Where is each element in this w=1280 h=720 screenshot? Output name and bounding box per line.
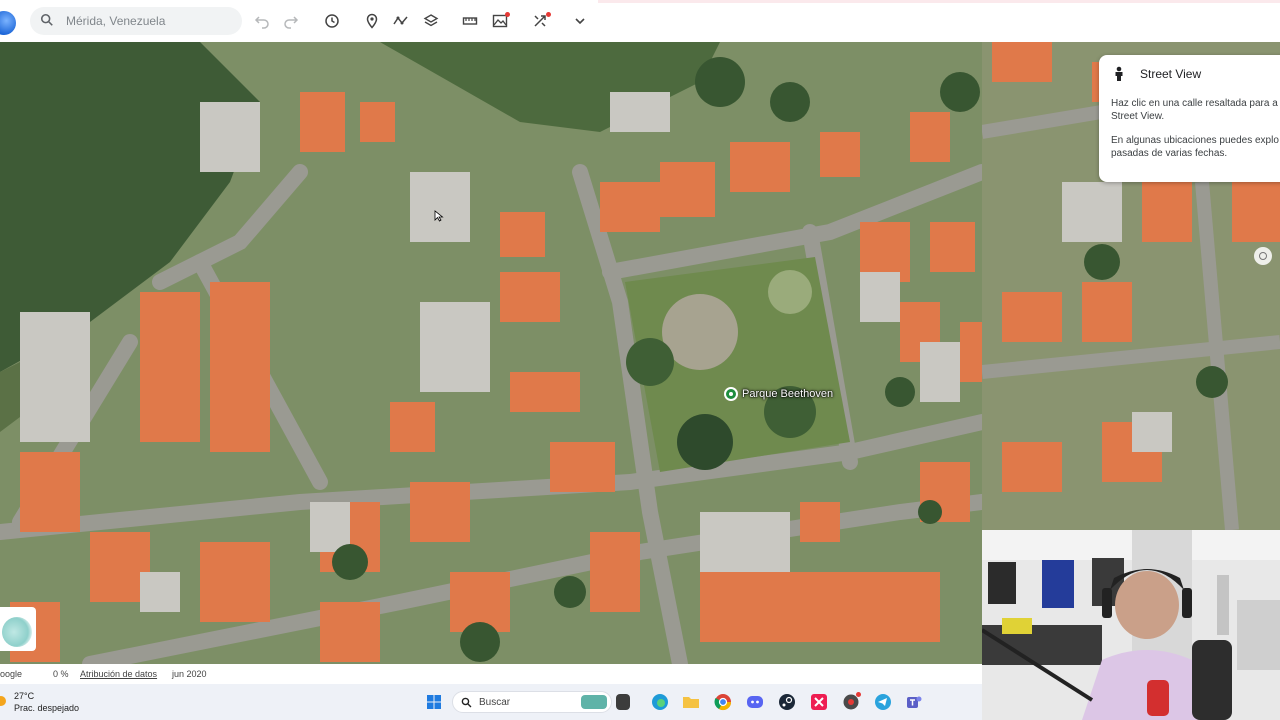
weather-temp: 27°C	[14, 691, 35, 701]
status-bar: oogle 0 % Atribución de datos jun 2020	[0, 664, 982, 684]
streamer-webcam-image	[982, 530, 1280, 720]
sun-icon	[0, 696, 6, 706]
mini-globe[interactable]	[0, 607, 36, 651]
satellite-map[interactable]: Parque Beethoven	[0, 42, 982, 664]
top-strip	[598, 0, 1280, 3]
ruler-icon[interactable]	[460, 11, 480, 31]
street-view-title: Street View	[1140, 67, 1202, 81]
taskbar-search-label: Buscar	[479, 697, 511, 708]
brand-text: oogle	[0, 669, 23, 679]
discord-icon[interactable]	[745, 692, 765, 712]
chevron-down-icon[interactable]	[570, 11, 590, 31]
sv-line-3: En algunas ubicaciones puedes explo	[1111, 135, 1279, 146]
imagery-date: jun 2020	[172, 669, 207, 679]
sv-line-4: pasadas de varias fechas.	[1111, 148, 1228, 159]
search-icon	[40, 13, 53, 26]
mouse-cursor-icon	[434, 210, 444, 222]
path-icon[interactable]	[391, 11, 411, 31]
toolbar	[0, 0, 1280, 42]
capcut-icon[interactable]	[809, 692, 829, 712]
steam-icon[interactable]	[777, 692, 797, 712]
place-label-parque[interactable]: Parque Beethoven	[724, 387, 833, 401]
taskbar-search[interactable]: Buscar	[452, 691, 612, 713]
notification-dot	[505, 12, 510, 17]
windows-taskbar: 27°C Prac. despejado Buscar	[0, 684, 982, 720]
notification-dot	[546, 12, 551, 17]
redo-icon[interactable]	[281, 11, 301, 31]
park-pin-icon[interactable]	[724, 387, 738, 401]
webcam-overlay	[982, 530, 1280, 720]
search-box[interactable]	[30, 7, 242, 35]
street-view-panel: Street View Haz clic en una calle resalt…	[1099, 55, 1280, 182]
teams-icon[interactable]	[904, 692, 924, 712]
layers-icon[interactable]	[421, 11, 441, 31]
notification-dot	[856, 692, 861, 697]
telegram-icon[interactable]	[873, 692, 893, 712]
street-view-pegman-icon	[1115, 66, 1123, 81]
street-view-description: Haz clic en una calle resaltada para a S…	[1111, 97, 1280, 171]
search-highlight-icon	[581, 695, 607, 709]
chrome-icon[interactable]	[713, 692, 733, 712]
task-view-icon[interactable]	[616, 694, 630, 710]
earth-logo-icon[interactable]	[0, 11, 16, 35]
edge-icon[interactable]	[650, 692, 670, 712]
search-icon	[461, 697, 472, 708]
search-input[interactable]	[66, 11, 236, 31]
compass-icon[interactable]	[1254, 247, 1272, 265]
place-pin-icon[interactable]	[362, 11, 382, 31]
weather-desc: Prac. despejado	[14, 703, 80, 713]
data-attribution-link[interactable]: Atribución de datos	[80, 669, 157, 679]
satellite-imagery	[0, 42, 982, 664]
file-explorer-icon[interactable]	[681, 692, 701, 712]
sv-line-2: Street View.	[1111, 111, 1165, 122]
undo-icon[interactable]	[252, 11, 272, 31]
history-icon[interactable]	[322, 11, 342, 31]
loading-percent: 0 %	[53, 669, 69, 679]
sv-line-1: Haz clic en una calle resaltada para a	[1111, 98, 1278, 109]
windows-start-icon[interactable]	[424, 692, 444, 712]
place-name: Parque Beethoven	[742, 388, 834, 400]
